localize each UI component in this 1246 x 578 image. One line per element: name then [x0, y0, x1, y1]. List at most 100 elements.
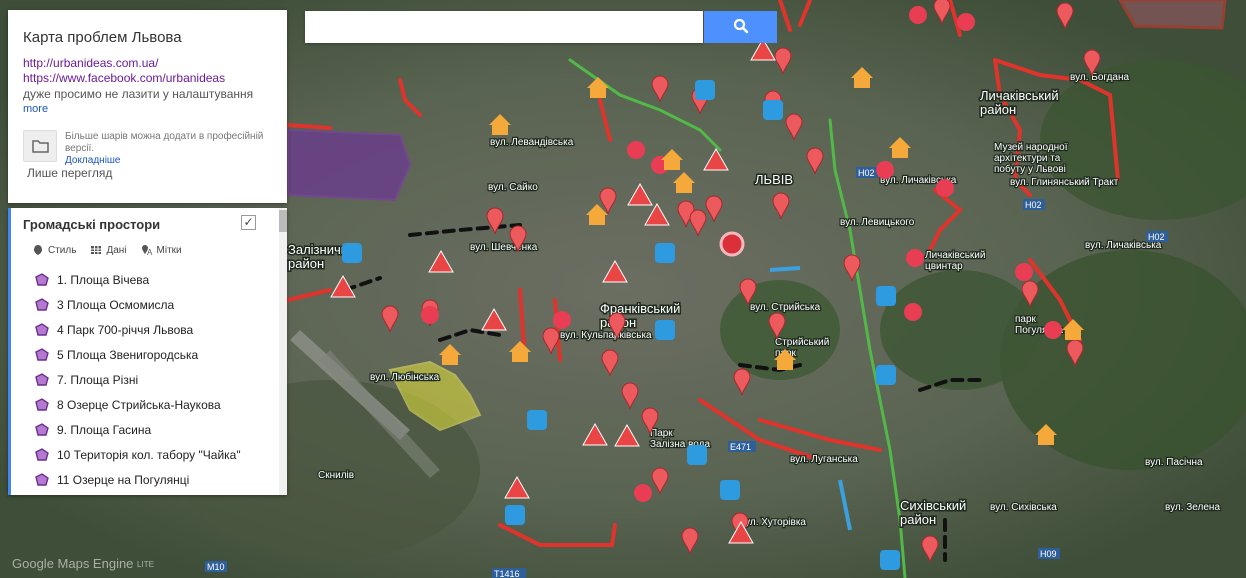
map-label-vul-lytsytskoho: вул. Левицького	[840, 217, 915, 228]
search-button[interactable]	[704, 11, 777, 43]
burst-icon[interactable]	[936, 179, 954, 197]
map-label-road-h02b: H02	[1025, 200, 1042, 210]
view-only-label: Лише перегляд	[27, 166, 113, 180]
layer-item[interactable]: 4 Парк 700-річчя Львова	[8, 317, 276, 342]
layer-item[interactable]: 10 Територія кол. табору "Чайка"	[8, 442, 276, 467]
pro-version-text: Більше шарів можна додати в професійній …	[65, 131, 264, 154]
polygon-icon	[35, 322, 49, 336]
polygon-icon	[35, 372, 49, 386]
polygon-area	[1118, 0, 1227, 30]
map-label-road-t1416: T1416	[494, 569, 520, 578]
layer-item-label: 5 Площа Звенигородська	[57, 347, 199, 362]
layer-toolbar: Стиль Дані A Мітки	[32, 244, 182, 256]
label-pin-icon: A	[141, 245, 153, 256]
map-label-vul-boh: вул. Богдана	[1070, 72, 1130, 83]
layer-item[interactable]: 7. Площа Різні	[8, 367, 276, 392]
transport-icon[interactable]	[763, 100, 783, 120]
layer-item-label: 4 Парк 700-річчя Львова	[57, 322, 194, 337]
map-label-skniliv: Скнилів	[318, 470, 354, 481]
website-link[interactable]: http://urbanideas.com.ua/	[23, 56, 158, 70]
polygon-icon	[35, 447, 49, 461]
burst-icon[interactable]	[957, 13, 975, 31]
transport-icon[interactable]	[527, 410, 547, 430]
polygon-icon	[35, 422, 49, 436]
transport-icon[interactable]	[342, 243, 362, 263]
layer-item[interactable]: 3 Площа Осмомисла	[8, 292, 276, 317]
map-label-vul-levandivska: вул. Левандівська	[490, 137, 574, 148]
target-icon[interactable]	[719, 231, 745, 257]
layer-title: Громадські простори	[23, 217, 161, 232]
map-label-road-h02a: H02	[858, 168, 875, 178]
map-label-vul-sykhivska: вул. Сихівська	[990, 502, 1057, 513]
facebook-link[interactable]: https://www.facebook.com/urbanideas	[23, 71, 225, 85]
layer-item[interactable]: 5 Площа Звенигородська	[8, 342, 276, 367]
layer-item-label: 3 Площа Осмомисла	[57, 297, 175, 312]
burst-icon[interactable]	[904, 303, 922, 321]
layer-visibility-checkbox[interactable]: ✓	[241, 215, 256, 230]
layer-item[interactable]: 11 Озерце на Погулянці	[8, 467, 276, 492]
map-label-vul-stryiska: вул. Стрийська	[750, 302, 821, 313]
map-label-vul-luhanska: вул. Луганська	[790, 454, 858, 465]
map-label-museum: Музей народної архітектури та побуту у Льв…	[994, 142, 1068, 175]
add-layer-button[interactable]	[23, 130, 57, 162]
learn-more-link[interactable]: Докладніше	[65, 155, 121, 166]
burst-icon[interactable]	[906, 249, 924, 267]
search-input[interactable]	[305, 11, 703, 43]
transport-icon[interactable]	[876, 286, 896, 306]
labels-label: Мітки	[156, 244, 182, 256]
layer-item[interactable]: 9. Площа Гасина	[8, 417, 276, 442]
map-label-vul-kulparkivska: вул. Кульпарківська	[560, 330, 652, 341]
map-label-road-e471: E471	[730, 442, 751, 452]
burst-icon[interactable]	[1044, 321, 1062, 339]
transport-icon[interactable]	[720, 480, 740, 500]
layer-item-label: 7. Площа Різні	[57, 372, 139, 387]
more-link[interactable]: more	[23, 103, 48, 115]
layer-item-label: 9. Площа Гасина	[57, 422, 152, 437]
burst-icon[interactable]	[421, 306, 439, 324]
burst-icon[interactable]	[553, 311, 571, 329]
transport-icon[interactable]	[876, 365, 896, 385]
svg-text:A: A	[147, 248, 153, 256]
style-button[interactable]: Стиль	[32, 244, 76, 256]
google-maps-engine-logo: Google Maps Engine LITE	[12, 556, 154, 571]
map-label-vul-pasichna: вул. Пасічна	[1145, 457, 1203, 468]
layer-item-label: 1. Площа Вічева	[57, 272, 150, 287]
layer-panel: Громадські простори ✓ Стиль Дані A Мітки…	[8, 208, 287, 495]
map-title: Карта проблем Львова	[23, 29, 182, 46]
burst-icon[interactable]	[627, 141, 645, 159]
map-label-vul-zelena: вул. Зелена	[1165, 502, 1220, 513]
map-label-lviv: ЛЬВІВ	[755, 172, 793, 187]
burst-icon[interactable]	[634, 484, 652, 502]
labels-button[interactable]: A Мітки	[141, 244, 182, 256]
polygon-icon	[35, 297, 49, 311]
map-label-road-m10: M10	[207, 562, 225, 572]
layer-item-label: 11 Озерце на Погулянці	[57, 472, 190, 487]
layer-item-label: 10 Територія кол. табору "Чайка"	[57, 447, 241, 462]
transport-icon[interactable]	[655, 320, 675, 340]
paint-bucket-icon	[34, 245, 42, 255]
layer-item[interactable]: 1. Площа Вічева	[8, 267, 276, 292]
transport-icon[interactable]	[880, 550, 900, 570]
layer-item-label: 8 Озерце Стрийська-Наукова	[57, 397, 221, 412]
map-label-vul-saiko: вул. Сайко	[488, 182, 538, 193]
burst-icon[interactable]	[909, 6, 927, 24]
search-icon	[733, 18, 748, 33]
polygon-area	[287, 128, 412, 202]
transport-icon[interactable]	[505, 505, 525, 525]
layer-scrollbar[interactable]	[279, 208, 287, 495]
data-button[interactable]: Дані	[90, 244, 127, 256]
map-label-vul-khutorivka: вул. Хуторівка	[740, 517, 806, 528]
transport-icon[interactable]	[687, 445, 707, 465]
table-icon	[91, 246, 102, 254]
map-label-road-h02c: H02	[1148, 232, 1165, 242]
transport-icon[interactable]	[695, 80, 715, 100]
burst-icon[interactable]	[876, 161, 894, 179]
map-label-vul-hlynianskyi: вул. Глинянський Тракт	[1010, 177, 1119, 188]
layer-item[interactable]: 8 Озерце Стрийська-Наукова	[8, 392, 276, 417]
data-label: Дані	[106, 244, 127, 256]
polygon-icon	[35, 347, 49, 361]
map-label-vul-shevchenka: вул. Шевченка	[470, 242, 538, 253]
burst-icon[interactable]	[1015, 263, 1033, 281]
transport-icon[interactable]	[655, 243, 675, 263]
scroll-thumb[interactable]	[279, 210, 287, 232]
